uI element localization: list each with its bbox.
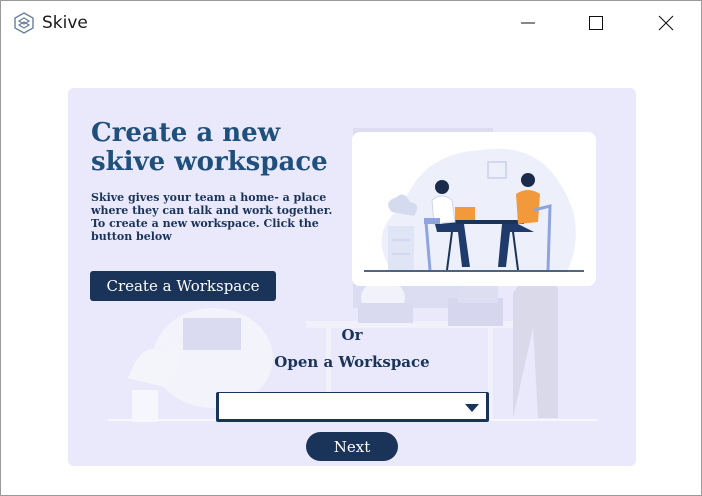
maximize-button[interactable] (573, 1, 619, 45)
workspace-select[interactable] (216, 392, 489, 422)
workspace-panel: Create a new skive workspace Skive gives… (68, 88, 636, 466)
next-button[interactable]: Next (306, 432, 398, 461)
or-separator-label: Or (341, 326, 363, 344)
open-workspace-label: Open a Workspace (274, 353, 430, 371)
app-window: Skive Create a new skive workspace Skive… (0, 0, 702, 496)
close-icon (658, 15, 674, 31)
minimize-icon (521, 22, 535, 24)
minimize-button[interactable] (505, 1, 551, 45)
create-workspace-button[interactable]: Create a Workspace (90, 271, 276, 301)
app-title: Skive (42, 13, 88, 33)
chevron-down-icon (465, 404, 479, 412)
close-button[interactable] (643, 1, 689, 45)
workspace-description: Skive gives your team a home- a place wh… (91, 191, 333, 243)
meeting-illustration (364, 148, 584, 272)
maximize-icon (589, 16, 603, 30)
skive-logo-icon (14, 12, 34, 34)
page-title: Create a new skive workspace (91, 118, 328, 177)
meeting-illustration-card (352, 132, 596, 286)
title-bar[interactable]: Skive (1, 1, 701, 45)
